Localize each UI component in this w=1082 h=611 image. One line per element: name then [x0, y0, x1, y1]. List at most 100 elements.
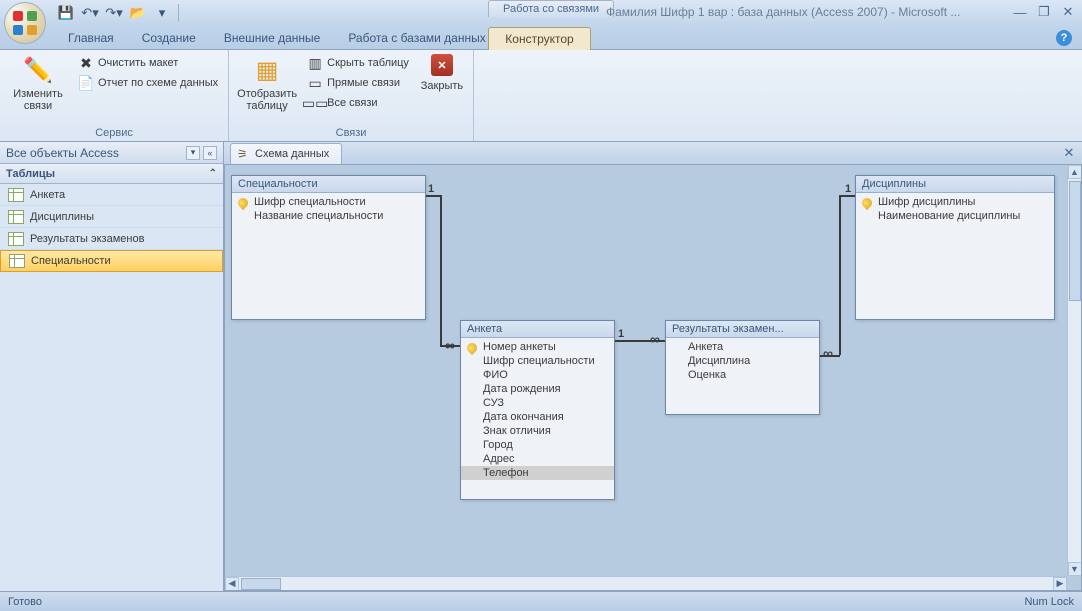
nav-section-tables[interactable]: Таблицы ⌃ [0, 164, 223, 184]
table-box-anketa[interactable]: Анкета Номер анкетыШифр специальностиФИО… [460, 320, 615, 500]
schema-icon: ⚞ [237, 147, 251, 161]
horizontal-scrollbar[interactable]: ◀ ▶ [225, 576, 1067, 590]
table-field[interactable]: СУЗ [461, 396, 614, 410]
office-logo-icon [13, 11, 37, 35]
table-field[interactable]: Название специальности [232, 209, 425, 223]
hide-table-icon: ▥ [307, 55, 323, 71]
restore-button[interactable]: ❐ [1036, 4, 1052, 20]
rel-line [839, 195, 841, 355]
clear-layout-button[interactable]: ✖ Очистить макет [74, 54, 222, 72]
table-icon [8, 232, 24, 246]
table-box-results[interactable]: Результаты экзамен... АнкетаДисциплинаОц… [665, 320, 820, 415]
work-area: Все объекты Access ▾ « Таблицы ⌃ АнкетаД… [0, 142, 1082, 591]
close-window-button[interactable]: ✕ [1060, 4, 1076, 20]
table-field[interactable]: Оценка [666, 368, 819, 382]
edit-relationships-icon: ✏️ [22, 54, 54, 86]
ribbon: ✏️ Изменить связи ✖ Очистить макет 📄 Отч… [0, 50, 1082, 142]
tab-home[interactable]: Главная [54, 27, 128, 49]
table-field[interactable]: Дата окончания [461, 410, 614, 424]
help-icon[interactable]: ? [1056, 30, 1072, 46]
status-bar: Готово Num Lock [0, 591, 1082, 611]
nav-item[interactable]: Анкета [0, 184, 223, 206]
table-field[interactable]: Дата рождения [461, 382, 614, 396]
scroll-down-icon[interactable]: ▼ [1068, 562, 1082, 576]
rel-label-one: 1 [845, 183, 851, 195]
tab-designer[interactable]: Конструктор [488, 27, 591, 50]
minimize-button[interactable]: — [1012, 4, 1028, 20]
table-box-spec-title: Специальности [232, 176, 425, 193]
doc-tab-close-icon[interactable]: ✕ [1062, 145, 1076, 159]
table-field[interactable]: Дисциплина [666, 354, 819, 368]
tab-create[interactable]: Создание [128, 27, 210, 49]
edit-relationships-button[interactable]: ✏️ Изменить связи [6, 52, 70, 114]
scroll-left-icon[interactable]: ◀ [225, 577, 239, 591]
document-tabs: ⚞ Схема данных ✕ [224, 142, 1082, 164]
save-icon[interactable]: 💾 [58, 5, 74, 21]
scroll-thumb[interactable] [1069, 181, 1081, 301]
table-field[interactable]: ФИО [461, 368, 614, 382]
vertical-scrollbar[interactable]: ▲ ▼ [1067, 165, 1081, 576]
direct-links-button[interactable]: ▭ Прямые связи [303, 74, 413, 92]
qat-customize-icon[interactable]: ▾ [154, 5, 170, 21]
qat-separator [178, 4, 179, 22]
direct-links-icon: ▭ [307, 75, 323, 91]
schema-report-button[interactable]: 📄 Отчет по схеме данных [74, 74, 222, 92]
window-controls: — ❐ ✕ [1012, 4, 1076, 20]
table-field[interactable]: Телефон [461, 466, 614, 480]
all-links-button[interactable]: ▭▭ Все связи [303, 94, 413, 112]
nav-item-label: Специальности [31, 255, 111, 267]
rel-label-one: 1 [428, 183, 434, 195]
close-button[interactable]: ✕ Закрыть [417, 52, 467, 94]
table-box-results-title: Результаты экзамен... [666, 321, 819, 338]
ribbon-group-links-title: Связи [235, 126, 467, 141]
office-button[interactable] [4, 2, 46, 44]
table-field[interactable]: Анкета [666, 340, 819, 354]
close-icon: ✕ [431, 54, 453, 76]
table-field[interactable]: Наименование дисциплины [856, 209, 1054, 223]
nav-collapse-icon[interactable]: « [203, 146, 217, 160]
nav-dropdown-icon[interactable]: ▾ [186, 146, 200, 160]
table-field[interactable]: Шифр дисциплины [856, 195, 1054, 209]
document-area: ⚞ Схема данных ✕ Специальности Шифр спец… [224, 142, 1082, 591]
nav-item[interactable]: Специальности [0, 250, 223, 272]
clear-layout-icon: ✖ [78, 55, 94, 71]
table-box-disc[interactable]: Дисциплины Шифр дисциплиныНаименование д… [855, 175, 1055, 320]
nav-item[interactable]: Результаты экзаменов [0, 228, 223, 250]
table-icon [8, 188, 24, 202]
rel-line [440, 195, 442, 345]
nav-pane-header[interactable]: Все объекты Access ▾ « [0, 142, 223, 164]
scroll-thumb[interactable] [241, 578, 281, 590]
rel-line [839, 195, 855, 197]
nav-section-collapse-icon[interactable]: ⌃ [209, 168, 217, 179]
rel-label-one: 1 [618, 328, 624, 340]
table-box-spec[interactable]: Специальности Шифр специальностиНазвание… [231, 175, 426, 320]
tab-database-tools[interactable]: Работа с базами данных [334, 27, 499, 49]
hide-table-button[interactable]: ▥ Скрыть таблицу [303, 54, 413, 72]
scroll-up-icon[interactable]: ▲ [1068, 165, 1082, 179]
schema-report-icon: 📄 [78, 75, 94, 91]
redo-icon[interactable]: ↷▾ [106, 5, 122, 21]
window-title: Фамилия Шифр 1 вар : база данных (Access… [606, 5, 960, 19]
undo-icon[interactable]: ↶▾ [82, 5, 98, 21]
table-field[interactable]: Город [461, 438, 614, 452]
scroll-right-icon[interactable]: ▶ [1053, 577, 1067, 591]
table-field[interactable]: Шифр специальности [461, 354, 614, 368]
table-field[interactable]: Адрес [461, 452, 614, 466]
show-table-label: Отобразить таблицу [237, 88, 297, 112]
nav-section-tables-label: Таблицы [6, 168, 55, 180]
hide-table-label: Скрыть таблицу [327, 57, 409, 69]
table-field[interactable]: Знак отличия [461, 424, 614, 438]
table-field[interactable]: Номер анкеты [461, 340, 614, 354]
show-table-button[interactable]: ▦ Отобразить таблицу [235, 52, 299, 114]
relationship-canvas[interactable]: Специальности Шифр специальностиНазвание… [224, 164, 1082, 591]
nav-item[interactable]: Дисциплины [0, 206, 223, 228]
table-box-disc-title: Дисциплины [856, 176, 1054, 193]
doc-tab-schema[interactable]: ⚞ Схема данных [230, 143, 342, 164]
rel-label-many: ∞ [650, 331, 660, 347]
open-icon[interactable]: 📂 [130, 5, 146, 21]
table-field[interactable]: Шифр специальности [232, 195, 425, 209]
nav-item-label: Результаты экзаменов [30, 233, 144, 245]
nav-item-label: Анкета [30, 189, 65, 201]
ribbon-tabs: Главная Создание Внешние данные Работа с… [0, 26, 1082, 50]
tab-external-data[interactable]: Внешние данные [210, 27, 335, 49]
